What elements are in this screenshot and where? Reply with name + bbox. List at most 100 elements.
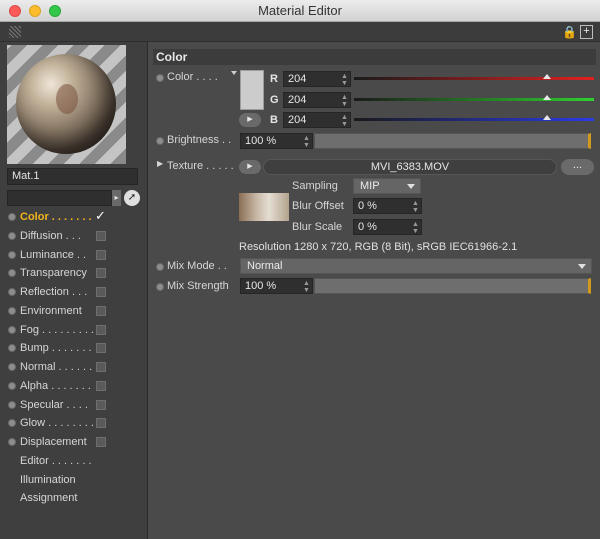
channel-animate-dot[interactable] <box>8 325 16 334</box>
minimize-window-button[interactable] <box>29 5 41 17</box>
channel-item-environment[interactable]: Environment <box>0 302 148 320</box>
channel-animate-dot[interactable] <box>8 344 16 353</box>
texture-file-field[interactable]: MVI_6383.MOV <box>263 159 557 175</box>
mix-strength-value-field[interactable]: 100 % ▲ ▼ <box>240 278 313 294</box>
channel-item-bump[interactable]: Bump . . . . . . . <box>0 339 148 357</box>
browse-texture-button[interactable]: ... <box>561 159 594 175</box>
lock-icon[interactable]: 🔒 <box>562 25 577 39</box>
channel-enable-checkbox[interactable] <box>96 249 106 260</box>
new-window-icon[interactable]: + <box>580 25 593 39</box>
g-slider-knob[interactable] <box>543 95 551 100</box>
channel-animate-dot[interactable] <box>8 269 16 278</box>
channel-enable-checkbox[interactable] <box>96 399 106 410</box>
channel-item-specular[interactable]: Specular . . . . <box>0 396 148 414</box>
channel-item-alpha[interactable]: Alpha . . . . . . . <box>0 377 148 395</box>
g-value-field[interactable]: 204 ▲ ▼ <box>283 92 351 108</box>
color-menu-arrow-icon[interactable] <box>231 71 237 75</box>
channel-item-reflection[interactable]: Reflection . . . <box>0 283 148 301</box>
channel-animate-dot[interactable] <box>8 400 16 409</box>
channel-animate-dot[interactable] <box>8 438 16 446</box>
channel-item-luminance[interactable]: Luminance . . <box>0 246 148 264</box>
channel-item-color[interactable]: Color . . . . . . . ✓ <box>0 208 148 226</box>
channel-enable-checkbox[interactable] <box>96 230 106 241</box>
maximize-window-button[interactable] <box>49 5 61 17</box>
color-label: Color . . . . <box>167 71 218 83</box>
channel-animate-dot[interactable] <box>8 231 16 240</box>
brightness-animate-dot[interactable] <box>156 137 164 145</box>
channel-item-assignment[interactable]: Assignment <box>0 489 148 507</box>
b-stepper-icon[interactable]: ▲ ▼ <box>341 114 348 128</box>
blur-offset-field[interactable]: 0 % ▲ ▼ <box>353 198 422 214</box>
sampling-chevron-down-icon <box>407 184 415 189</box>
channel-item-diffusion[interactable]: Diffusion . . . <box>0 227 148 245</box>
channel-enabled-checkmark-icon[interactable]: ✓ <box>95 207 106 225</box>
channel-enable-checkbox[interactable] <box>96 343 106 354</box>
channel-enable-checkbox[interactable] <box>96 305 106 316</box>
texture-expand-icon[interactable]: ▶ <box>157 159 163 168</box>
brightness-value-field[interactable]: 100 % ▲ ▼ <box>240 133 313 149</box>
channel-animate-dot[interactable] <box>8 363 16 371</box>
channel-item-normal[interactable]: Normal . . . . . . <box>0 358 148 376</box>
r-stepper-icon[interactable]: ▲ ▼ <box>341 73 348 87</box>
channel-label: Assignment <box>20 492 78 505</box>
sampling-dropdown[interactable]: MIP <box>353 178 421 194</box>
channel-item-displacement[interactable]: Displacement <box>0 433 148 451</box>
b-value-field[interactable]: 204 ▲ ▼ <box>283 112 351 128</box>
channel-animate-dot[interactable] <box>8 288 16 296</box>
channel-enable-checkbox[interactable] <box>96 268 106 279</box>
brightness-slider[interactable] <box>314 133 591 149</box>
channel-enable-checkbox[interactable] <box>96 380 106 391</box>
mix-strength-animate-dot[interactable] <box>156 283 164 291</box>
material-selector-arrow-icon[interactable]: ▸ <box>112 190 121 206</box>
color-panel: Color Color . . . . ▶ R 204 ▲ ▼ G 204 ▲ ▼ … <box>150 42 600 539</box>
blur-scale-field[interactable]: 0 % ▲ ▼ <box>353 219 422 235</box>
channel-item-glow[interactable]: Glow . . . . . . . . <box>0 414 148 432</box>
channel-label: Reflection . . . <box>20 286 88 298</box>
channel-item-fog[interactable]: Fog . . . . . . . . . <box>0 321 148 339</box>
toolbar: 🔒 + <box>0 22 600 42</box>
r-slider-knob[interactable] <box>543 74 551 79</box>
blur-scale-stepper-icon[interactable]: ▲ ▼ <box>412 221 419 235</box>
channel-enable-checkbox[interactable] <box>96 287 106 297</box>
channel-animate-dot[interactable] <box>8 250 16 259</box>
g-stepper-icon[interactable]: ▲ ▼ <box>341 94 348 108</box>
channel-label: Displacement <box>20 436 87 448</box>
channel-item-transparency[interactable]: Transparency <box>0 264 148 282</box>
b-slider-knob[interactable] <box>543 115 551 120</box>
texture-thumbnail[interactable] <box>239 193 289 221</box>
color-mode-button[interactable]: ▶ <box>239 113 261 127</box>
material-selector-field[interactable] <box>7 190 112 206</box>
channel-animate-dot[interactable] <box>8 381 16 390</box>
grip-icon[interactable] <box>9 26 21 38</box>
material-name-field[interactable]: Mat.1 <box>7 168 138 185</box>
color-animate-dot[interactable] <box>156 74 164 82</box>
brightness-stepper-icon[interactable]: ▲ ▼ <box>303 135 310 149</box>
channel-label: Specular . . . . <box>20 398 88 411</box>
channel-animate-dot[interactable] <box>8 213 16 221</box>
channel-enable-checkbox[interactable] <box>96 437 106 447</box>
channel-item-editor[interactable]: Editor . . . . . . . <box>0 452 148 470</box>
color-swatch[interactable] <box>240 70 264 110</box>
window-title: Material Editor <box>258 3 342 18</box>
g-slider[interactable] <box>354 95 594 101</box>
channel-enable-checkbox[interactable] <box>96 362 106 372</box>
pick-cursor-icon[interactable]: ➚ <box>124 190 140 206</box>
texture-menu-button[interactable]: ▶ <box>239 160 261 174</box>
channel-item-illumination[interactable]: Illumination <box>0 471 148 489</box>
resolution-info: Resolution 1280 x 720, RGB (8 Bit), sRGB… <box>239 241 518 253</box>
channel-animate-dot[interactable] <box>8 306 16 315</box>
channel-animate-dot[interactable] <box>8 419 16 428</box>
blur-offset-stepper-icon[interactable]: ▲ ▼ <box>412 200 419 214</box>
mix-mode-animate-dot[interactable] <box>156 263 164 271</box>
b-slider[interactable] <box>354 115 594 121</box>
close-window-button[interactable] <box>9 5 21 17</box>
mix-strength-stepper-icon[interactable]: ▲ ▼ <box>303 280 310 294</box>
channel-enable-checkbox[interactable] <box>96 324 106 335</box>
r-value-field[interactable]: 204 ▲ ▼ <box>283 71 351 87</box>
mix-mode-label: Mix Mode . . <box>167 260 227 272</box>
r-slider[interactable] <box>354 74 594 80</box>
mix-strength-slider[interactable] <box>314 278 591 294</box>
mix-mode-dropdown[interactable]: Normal <box>240 258 592 274</box>
material-preview[interactable] <box>7 45 126 164</box>
channel-enable-checkbox[interactable] <box>96 418 106 429</box>
